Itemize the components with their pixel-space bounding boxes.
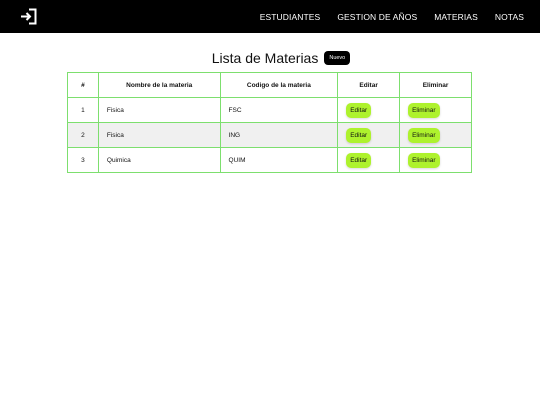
- row-name: Fisica: [97, 97, 221, 123]
- edit-button[interactable]: Editar: [346, 102, 372, 118]
- delete-button[interactable]: Eliminar: [408, 152, 440, 168]
- edit-button[interactable]: Editar: [346, 127, 372, 143]
- row-delete-cell: Eliminar: [399, 147, 472, 173]
- title-row: Lista de Materias Nuevo: [0, 50, 540, 66]
- materias-table: # Nombre de la materia Codigo de la mate…: [67, 72, 472, 173]
- row-edit-cell: Editar: [337, 147, 401, 173]
- edit-button[interactable]: Editar: [346, 152, 372, 168]
- nav-link-estudiantes[interactable]: ESTUDIANTES: [260, 12, 321, 22]
- row-num: 1: [67, 97, 99, 123]
- header-delete: Eliminar: [399, 72, 472, 98]
- table-row: 1 Fisica FSC Editar Eliminar: [67, 97, 472, 123]
- header-code: Codigo de la materia: [219, 72, 339, 98]
- logout-icon[interactable]: [20, 8, 37, 25]
- nav-link-gestion-de-anos[interactable]: GESTION DE AÑOS: [337, 12, 417, 22]
- header-edit: Editar: [337, 72, 401, 98]
- nav-links: ESTUDIANTES GESTION DE AÑOS MATERIAS NOT…: [260, 0, 540, 33]
- row-delete-cell: Eliminar: [399, 97, 472, 123]
- new-button[interactable]: Nuevo: [324, 51, 351, 65]
- row-edit-cell: Editar: [337, 97, 401, 123]
- row-code: QUIM: [219, 147, 339, 173]
- table-header-row: # Nombre de la materia Codigo de la mate…: [67, 72, 472, 98]
- row-delete-cell: Eliminar: [399, 122, 472, 148]
- row-code: FSC: [219, 97, 339, 123]
- row-edit-cell: Editar: [337, 122, 401, 148]
- row-name: Fisica: [97, 122, 221, 148]
- nav-link-notas[interactable]: NOTAS: [495, 12, 524, 22]
- header-num: #: [67, 72, 99, 98]
- table-row: 3 Quimica QUIM Editar Eliminar: [67, 147, 472, 173]
- page-title: Lista de Materias: [211, 50, 319, 66]
- row-name: Quimica: [97, 147, 221, 173]
- table-row: 2 Fisica ING Editar Eliminar: [67, 122, 472, 148]
- top-navbar: ESTUDIANTES GESTION DE AÑOS MATERIAS NOT…: [0, 0, 540, 33]
- header-name: Nombre de la materia: [97, 72, 221, 98]
- delete-button[interactable]: Eliminar: [408, 127, 440, 143]
- row-code: ING: [219, 122, 339, 148]
- row-num: 2: [67, 122, 99, 148]
- row-num: 3: [67, 147, 99, 173]
- nav-link-materias[interactable]: MATERIAS: [434, 12, 478, 22]
- delete-button[interactable]: Eliminar: [408, 102, 440, 118]
